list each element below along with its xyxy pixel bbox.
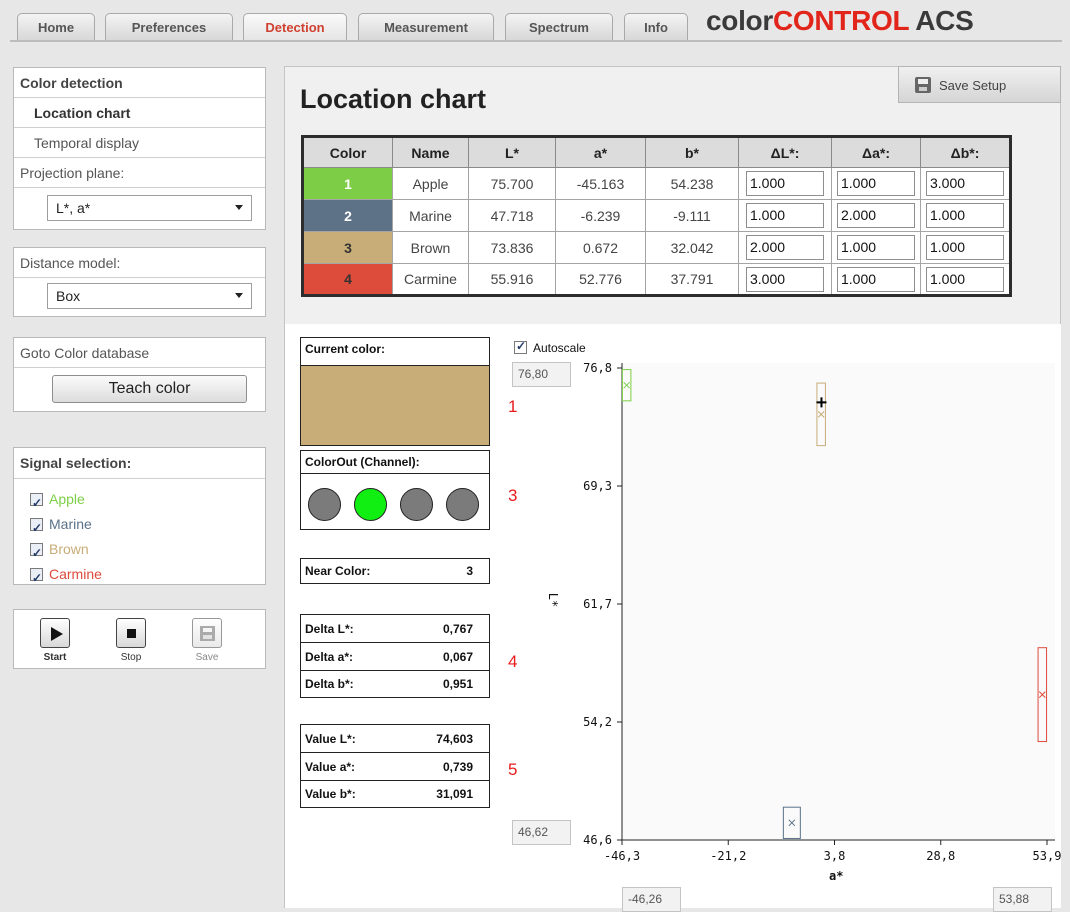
point-apple (623, 381, 631, 389)
y-tick-label: 61,7 (583, 597, 612, 611)
x-tick-label: -21,2 (710, 849, 746, 863)
point-carmine (1038, 691, 1046, 698)
x-tick-label: -46,3 (604, 849, 640, 863)
x-tick-label: 3,8 (824, 849, 846, 863)
point-brown (817, 411, 825, 418)
point-marine (788, 819, 796, 827)
y-axis-label: L* (546, 592, 561, 608)
x-tick-label: 28,8 (926, 849, 955, 863)
y-tick-label: 54,2 (583, 715, 612, 729)
y-tick-label: 46,6 (583, 833, 612, 847)
y-tick-label: 76,8 (583, 361, 612, 375)
y-tick-label: 69,3 (583, 479, 612, 493)
x-tick-label: 53,9 (1033, 849, 1062, 863)
location-scatter-chart: 76,8 69,3 61,7 54,2 46,6 -46,3 -21,2 3,8 28,8 53… (583, 361, 1062, 863)
x-axis-label: a* (829, 869, 844, 883)
